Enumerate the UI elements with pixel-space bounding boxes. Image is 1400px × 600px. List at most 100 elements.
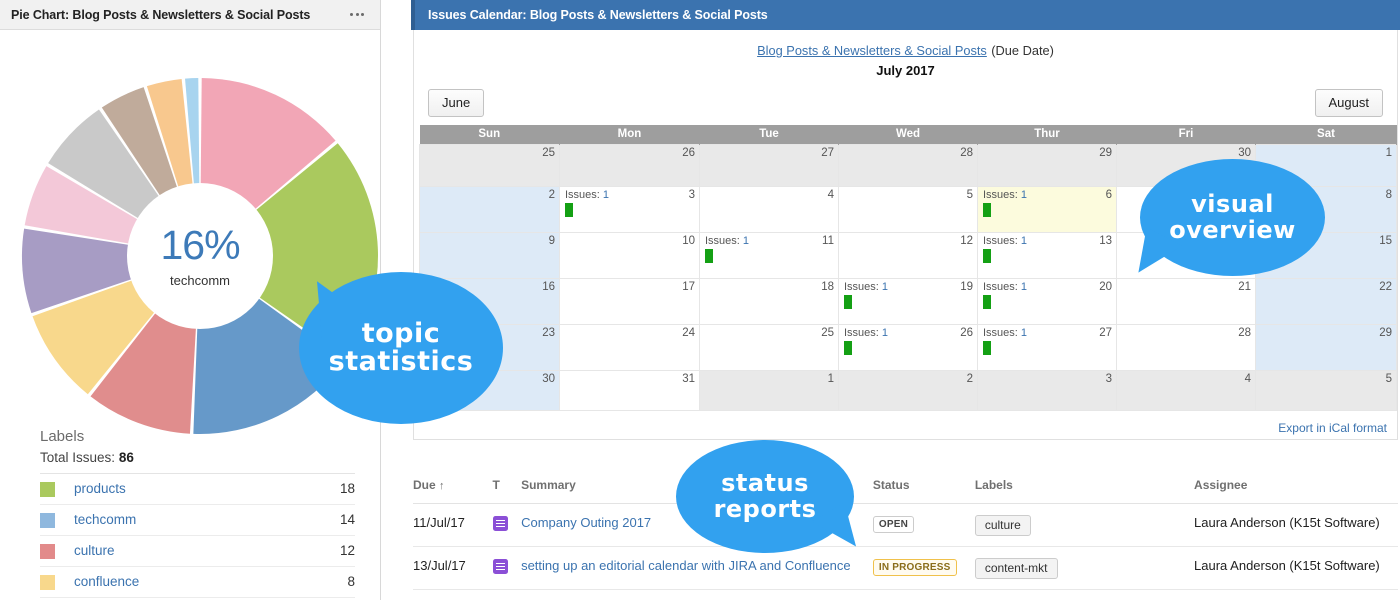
column-header-assignee[interactable]: Assignee — [1194, 478, 1398, 504]
calendar-day-cell[interactable]: 4 — [1116, 369, 1256, 411]
calendar-event-bar[interactable] — [983, 294, 991, 309]
prev-month-button[interactable]: June — [428, 89, 485, 117]
calendar-day-number: 10 — [682, 234, 695, 247]
issues-table-row[interactable]: 11/Jul/17 Company Outing 2017 OPEN culture L… — [413, 503, 1398, 547]
calendar-day-cell[interactable]: 25 — [419, 143, 560, 187]
calendar-due-suffix: (Due Date) — [991, 43, 1054, 58]
calendar-day-cell[interactable]: 27 — [699, 143, 839, 187]
calendar-week-row: 16 17 18 19 Issues: 1 20 Issues: 1 21 22 — [419, 277, 1397, 325]
column-header-type[interactable]: T — [492, 478, 522, 504]
calendar-day-cell[interactable]: 11 Issues: 1 — [699, 231, 839, 279]
export-ical-link[interactable]: Export in iCal format — [1278, 421, 1387, 435]
legend-label[interactable]: products — [74, 473, 315, 505]
calendar-day-number: 23 — [542, 326, 555, 339]
calendar-day-cell[interactable]: 26 Issues: 1 — [838, 323, 978, 371]
issue-summary-link[interactable]: setting up an editorial calendar with JI… — [521, 558, 851, 573]
calendar-event-count-link[interactable]: 1 — [1021, 235, 1027, 247]
issues-list: Due ↑ T Summary Status Labels Assignee 1… — [413, 478, 1398, 590]
calendar-day-cell[interactable]: 25 — [699, 323, 839, 371]
calendar-day-cell[interactable]: 24 — [559, 323, 700, 371]
calendar-day-cell[interactable]: 19 Issues: 1 — [838, 277, 978, 325]
calendar-event-count-link[interactable]: 1 — [1021, 189, 1027, 201]
legend-heading: Labels — [40, 428, 85, 445]
calendar-day-cell[interactable]: 1 — [699, 369, 839, 411]
calendar-day-cell[interactable]: 10 — [559, 231, 700, 279]
calendar-day-cell[interactable]: 29 — [977, 143, 1117, 187]
calendar-day-cell[interactable]: 17 — [559, 277, 700, 325]
calendar-event-count-link[interactable]: 1 — [1021, 327, 1027, 339]
calendar-event-count-link[interactable]: 1 — [882, 281, 888, 293]
calendar-project-link[interactable]: Blog Posts & Newsletters & Social Posts — [757, 43, 987, 58]
legend-row[interactable]: culture 12 — [40, 534, 355, 567]
calendar-event-label: Issues: 1 — [983, 280, 1028, 293]
calendar-day-cell[interactable]: 29 — [1255, 323, 1397, 371]
annotation-line-2: statistics — [328, 346, 474, 377]
annotation-line-2: overview — [1169, 215, 1296, 244]
calendar-day-number: 22 — [1379, 280, 1392, 293]
calendar-day-cell[interactable]: 20 Issues: 1 — [977, 277, 1117, 325]
calendar-day-number: 12 — [960, 234, 973, 247]
issues-table: Due ↑ T Summary Status Labels Assignee 1… — [413, 478, 1398, 590]
calendar-day-number: 2 — [966, 372, 973, 385]
calendar-day-cell[interactable]: 28 — [838, 143, 978, 187]
next-month-button[interactable]: August — [1314, 89, 1383, 117]
column-header-status[interactable]: Status — [872, 478, 975, 504]
calendar-day-number: 17 — [682, 280, 695, 293]
column-header-due[interactable]: Due ↑ — [413, 478, 493, 504]
issues-table-row[interactable]: 13/Jul/17 setting up an editorial calenda… — [413, 546, 1398, 590]
legend-label[interactable]: culture — [74, 534, 315, 567]
calendar-day-number: 27 — [821, 146, 834, 159]
calendar-event-count-link[interactable]: 1 — [882, 327, 888, 339]
calendar-event-count-link[interactable]: 1 — [743, 235, 749, 247]
ellipsis-icon[interactable] — [350, 13, 366, 16]
calendar-day-number: 25 — [821, 326, 834, 339]
annotation-bubble-status-reports: status reports — [676, 440, 867, 560]
calendar-weekday-header: Sun Mon Tue Wed Thur Fri Sat — [419, 125, 1397, 144]
calendar-day-cell[interactable]: 2 — [419, 185, 560, 233]
legend-count: 18 — [315, 473, 355, 505]
calendar-day-cell[interactable]: 3 Issues: 1 — [559, 185, 700, 233]
annotation-line-1: visual — [1191, 190, 1274, 219]
calendar-event-bar[interactable] — [983, 202, 991, 217]
calendar-day-cell[interactable]: 21 — [1116, 277, 1256, 325]
calendar-day-cell[interactable]: 27 Issues: 1 — [977, 323, 1117, 371]
calendar-day-cell[interactable]: 12 — [838, 231, 978, 279]
calendar-day-cell[interactable]: 4 — [699, 185, 839, 233]
calendar-event-count-link[interactable]: 1 — [1021, 281, 1027, 293]
calendar-nav-row: June August — [414, 83, 1397, 125]
calendar-day-cell[interactable]: 6 Issues: 1 — [977, 185, 1117, 233]
issue-summary-link[interactable]: Company Outing 2017 — [521, 515, 651, 530]
calendar-day-cell[interactable]: 28 — [1116, 323, 1256, 371]
label-chip[interactable]: content-mkt — [974, 558, 1058, 579]
calendar-day-cell[interactable]: 9 — [419, 231, 560, 279]
issue-labels-cell: content-mkt — [974, 546, 1195, 590]
calendar-day-cell[interactable]: 26 — [559, 143, 700, 187]
legend-row[interactable]: techcomm 14 — [40, 503, 355, 536]
calendar-day-cell[interactable]: 5 — [1255, 369, 1397, 411]
calendar-event-bar[interactable] — [705, 248, 713, 263]
legend-label[interactable]: confluence — [74, 565, 315, 598]
calendar-event-bar[interactable] — [983, 248, 991, 263]
legend-table: products 18 techcomm 14 culture 12 confluence 8… — [40, 473, 355, 600]
calendar-day-cell[interactable]: 3 — [977, 369, 1117, 411]
calendar-weekday-thur: Thur — [977, 125, 1117, 144]
legend-row[interactable]: products 18 — [40, 473, 355, 505]
calendar-event-bar[interactable] — [844, 340, 852, 355]
calendar-event-count-link[interactable]: 1 — [603, 189, 609, 201]
legend-row[interactable]: confluence 8 — [40, 565, 355, 598]
calendar-day-cell[interactable]: 22 — [1255, 277, 1397, 325]
issue-due-date: 11/Jul/17 — [413, 503, 493, 547]
label-chip[interactable]: culture — [974, 515, 1031, 536]
calendar-day-cell[interactable]: 2 — [838, 369, 978, 411]
calendar-event-bar[interactable] — [983, 340, 991, 355]
legend-label[interactable]: techcomm — [74, 503, 315, 536]
column-header-labels[interactable]: Labels — [974, 478, 1195, 504]
calendar-day-number: 11 — [822, 234, 834, 247]
calendar-day-cell[interactable]: 13 Issues: 1 — [977, 231, 1117, 279]
calendar-day-cell[interactable]: 31 — [559, 369, 700, 411]
calendar-event-bar[interactable] — [844, 294, 852, 309]
sort-ascending-icon: ↑ — [439, 480, 445, 492]
calendar-day-cell[interactable]: 5 — [838, 185, 978, 233]
calendar-day-cell[interactable]: 18 — [699, 277, 839, 325]
calendar-event-bar[interactable] — [565, 202, 573, 217]
